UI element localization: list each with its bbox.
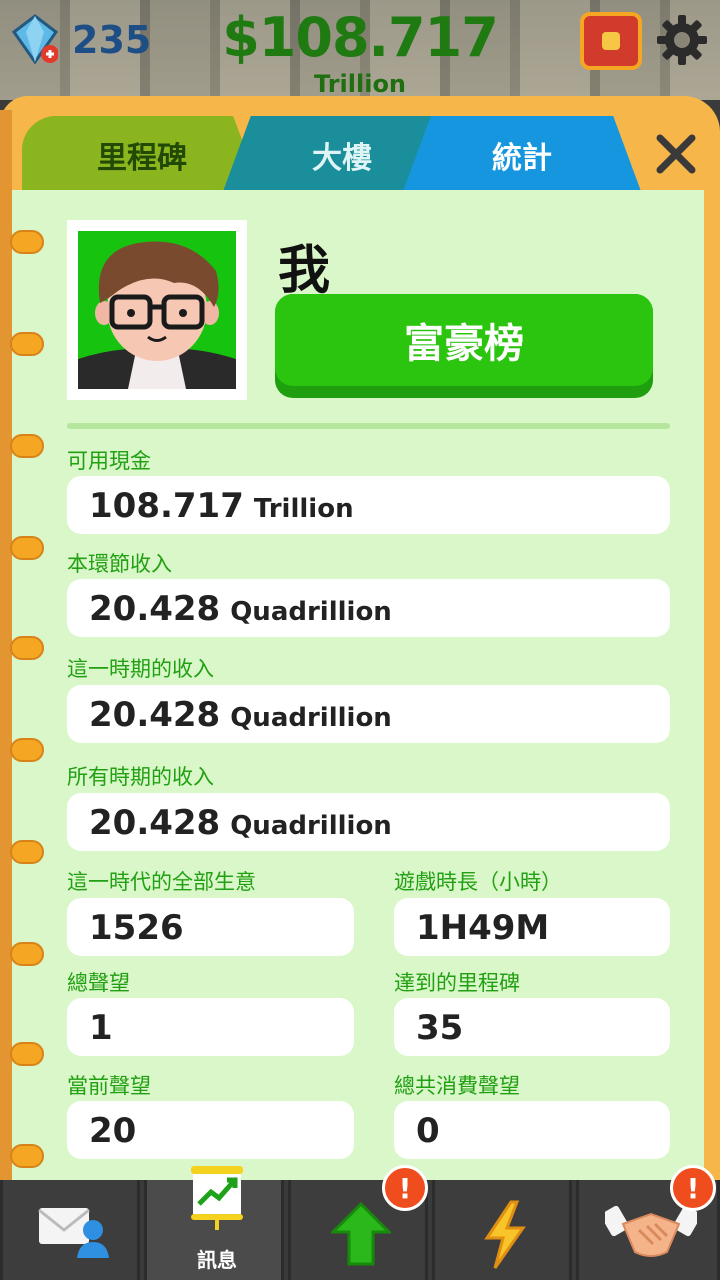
alert-badge-upgrade: ! [382,1165,428,1211]
stat-field-current-prestige: 20 [67,1101,354,1159]
stat-value-play-time: 1H49M [416,908,550,948]
stat-field-prestige-spent: 0 [394,1101,670,1159]
stat-field-cash: 108.717 Trillion [67,476,670,534]
stat-field-businesses: 1526 [67,898,354,956]
ring-icon [10,840,44,864]
handshake-icon [605,1205,697,1257]
ring-icon [10,332,44,356]
ring-icon [10,536,44,560]
stat-field-play-time: 1H49M [394,898,670,956]
stat-value-milestones-reached: 35 [416,1008,464,1048]
nav-boost[interactable] [432,1180,572,1280]
stat-field-total-prestige: 1 [67,998,354,1056]
gear-icon[interactable] [654,12,710,68]
leaderboard-button-label: 富豪榜 [275,294,653,386]
stat-label-all-time-income: 所有時期的收入 [67,765,214,789]
ring-icon [10,230,44,254]
nav-messages[interactable]: 訊息 [144,1166,284,1280]
player-name: 我 [278,241,331,301]
stat-label-businesses: 這一時代的全部生意 [67,870,256,894]
nav-mail[interactable] [0,1180,140,1280]
leaderboard-button[interactable]: 富豪榜 [275,294,653,398]
alert-badge-deals: ! [670,1165,716,1211]
stat-value-cash: 108.717 [89,486,244,526]
stat-label-milestones-reached: 達到的里程碑 [394,971,520,995]
chart-board-icon [191,1166,243,1230]
divider [67,423,670,429]
stat-value-period-income: 20.428 [89,695,221,735]
stat-label-total-prestige: 總聲望 [67,971,130,995]
stat-label-loop-income: 本環節收入 [67,552,172,576]
green-arrow-up-icon [331,1202,391,1266]
nav-label-messages: 訊息 [197,1248,237,1272]
stat-label-prestige-spent: 總共消費聲望 [394,1074,520,1098]
stat-unit-all-time-income: Quadrillion [230,811,392,841]
avatar [67,220,247,400]
treasure-chest-icon[interactable] [580,12,642,70]
lightning-icon [484,1200,526,1269]
stat-label-period-income: 這一時期的收入 [67,657,214,681]
stat-field-period-income: 20.428 Quadrillion [67,685,670,743]
stat-value-prestige-spent: 0 [416,1111,440,1151]
top-hud: 235 $108.717 Trillion [0,0,720,100]
ring-icon [10,738,44,762]
ring-icon [10,942,44,966]
ring-icon [10,636,44,660]
ring-icon [10,434,44,458]
stat-value-loop-income: 20.428 [89,589,221,629]
stat-label-current-prestige: 當前聲望 [67,1074,151,1098]
ring-icon [10,1042,44,1066]
stat-label-cash: 可用現金 [67,449,151,473]
stat-value-total-prestige: 1 [89,1008,113,1048]
bottom-navbar: 訊息 [0,1166,720,1280]
tab-stats[interactable]: 統計 [402,116,642,194]
stat-value-businesses: 1526 [89,908,184,948]
stat-label-play-time: 遊戲時長（小時） [394,870,562,894]
ring-icon [10,1144,44,1168]
tab-milestones[interactable]: 里程碑 [22,116,262,194]
mail-contact-icon [38,1208,109,1258]
stat-value-current-prestige: 20 [89,1111,137,1151]
stat-unit-cash: Trillion [253,494,354,524]
stat-unit-loop-income: Quadrillion [230,597,392,627]
stat-value-all-time-income: 20.428 [89,803,221,843]
avatar-portrait [78,231,236,389]
stat-field-all-time-income: 20.428 Quadrillion [67,793,670,851]
cash-unit: Trillion [313,70,407,98]
stat-field-milestones-reached: 35 [394,998,670,1056]
stat-field-loop-income: 20.428 Quadrillion [67,579,670,637]
close-icon[interactable] [650,128,702,180]
stat-unit-period-income: Quadrillion [230,703,392,733]
